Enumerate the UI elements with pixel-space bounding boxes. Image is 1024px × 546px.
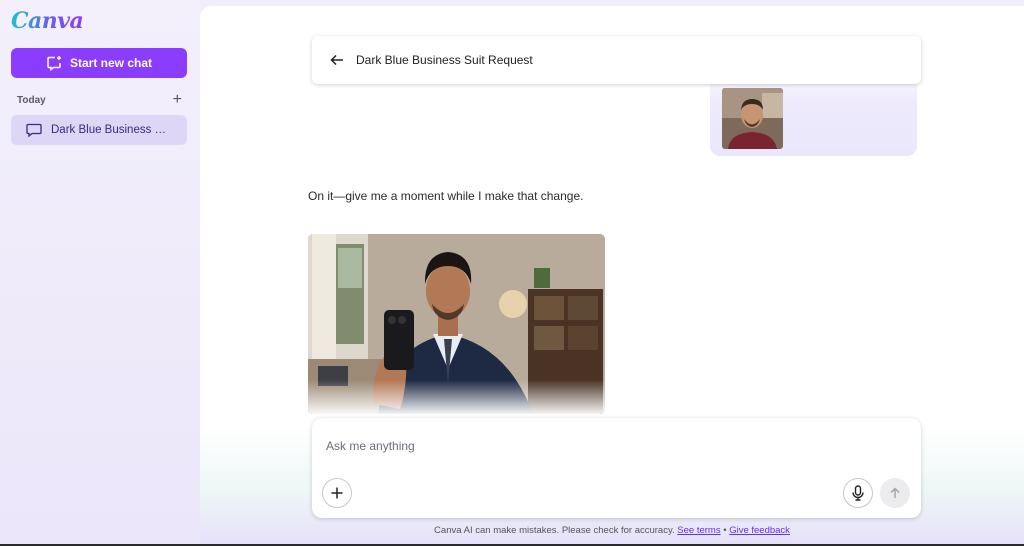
sidebar: Canva Start new chat Today + Dark Blue B… (0, 0, 200, 546)
footer-separator: • (723, 525, 727, 536)
start-new-chat-label: Start new chat (69, 56, 153, 70)
footer-disclaimer: Canva AI can make mistakes. Please check… (200, 525, 1024, 536)
back-arrow-icon[interactable] (330, 53, 344, 67)
generated-image[interactable] (308, 234, 605, 414)
arrow-up-icon (890, 487, 900, 498)
new-chat-icon (47, 56, 61, 71)
disclaimer-text: Canva AI can make mistakes. Please check… (434, 525, 675, 536)
conversation-header: Dark Blue Business Suit Request (312, 36, 921, 84)
chat-main-panel: Dark Blue Business Suit Request On it—gi… (200, 6, 1024, 546)
plus-icon (331, 487, 343, 499)
sidebar-chat-item-label: Dark Blue Business Suit Request (51, 124, 173, 136)
canva-logo[interactable]: Canva (11, 8, 84, 34)
image-fade-overlay (308, 380, 605, 414)
ask-input[interactable] (326, 436, 886, 456)
add-attachment-button[interactable] (322, 478, 352, 508)
chat-composer (312, 418, 921, 518)
see-terms-link[interactable]: See terms (677, 525, 720, 536)
send-button[interactable] (880, 478, 910, 508)
user-uploaded-photo[interactable] (722, 88, 783, 149)
microphone-button[interactable] (843, 478, 873, 508)
chat-bubble-icon (26, 123, 42, 137)
today-label: Today (17, 94, 46, 106)
start-new-chat-button[interactable]: Start new chat (11, 48, 187, 78)
conversation-title: Dark Blue Business Suit Request (356, 53, 533, 67)
sidebar-chat-item[interactable]: Dark Blue Business Suit Request (11, 115, 187, 145)
microphone-icon (852, 485, 864, 501)
assistant-message: On it—give me a moment while I make that… (308, 189, 584, 203)
add-chat-plus-icon[interactable]: + (173, 92, 182, 108)
give-feedback-link[interactable]: Give feedback (729, 525, 790, 536)
today-section-header: Today + (17, 92, 182, 108)
